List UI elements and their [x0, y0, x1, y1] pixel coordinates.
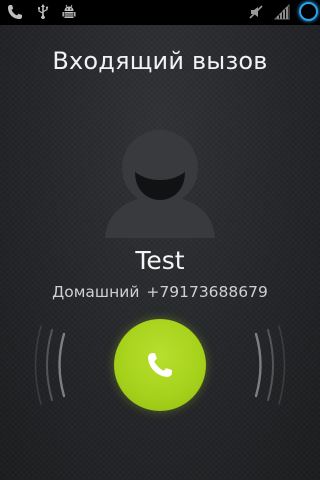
loading-spinner-icon: [299, 2, 318, 21]
answer-call-button[interactable]: [114, 319, 206, 411]
usb-icon: [34, 3, 52, 21]
vibrate-muted-icon: [247, 3, 265, 21]
number-type-label: Домашний: [52, 283, 140, 301]
phone-number: +79173688679: [146, 283, 268, 301]
incoming-call-screen: Входящий вызов Test Домашний +79173688679: [0, 0, 320, 480]
android-debug-icon: [60, 3, 78, 21]
caller-number-line: Домашний +79173688679: [0, 283, 320, 301]
caller-name: Test: [135, 246, 185, 275]
contact-avatar-icon: [105, 130, 215, 238]
signal-icon: [273, 3, 291, 21]
phone-icon: [145, 350, 175, 380]
incoming-call-title: Входящий вызов: [52, 47, 268, 75]
phone-icon: [6, 3, 24, 21]
status-bar: [0, 0, 320, 25]
